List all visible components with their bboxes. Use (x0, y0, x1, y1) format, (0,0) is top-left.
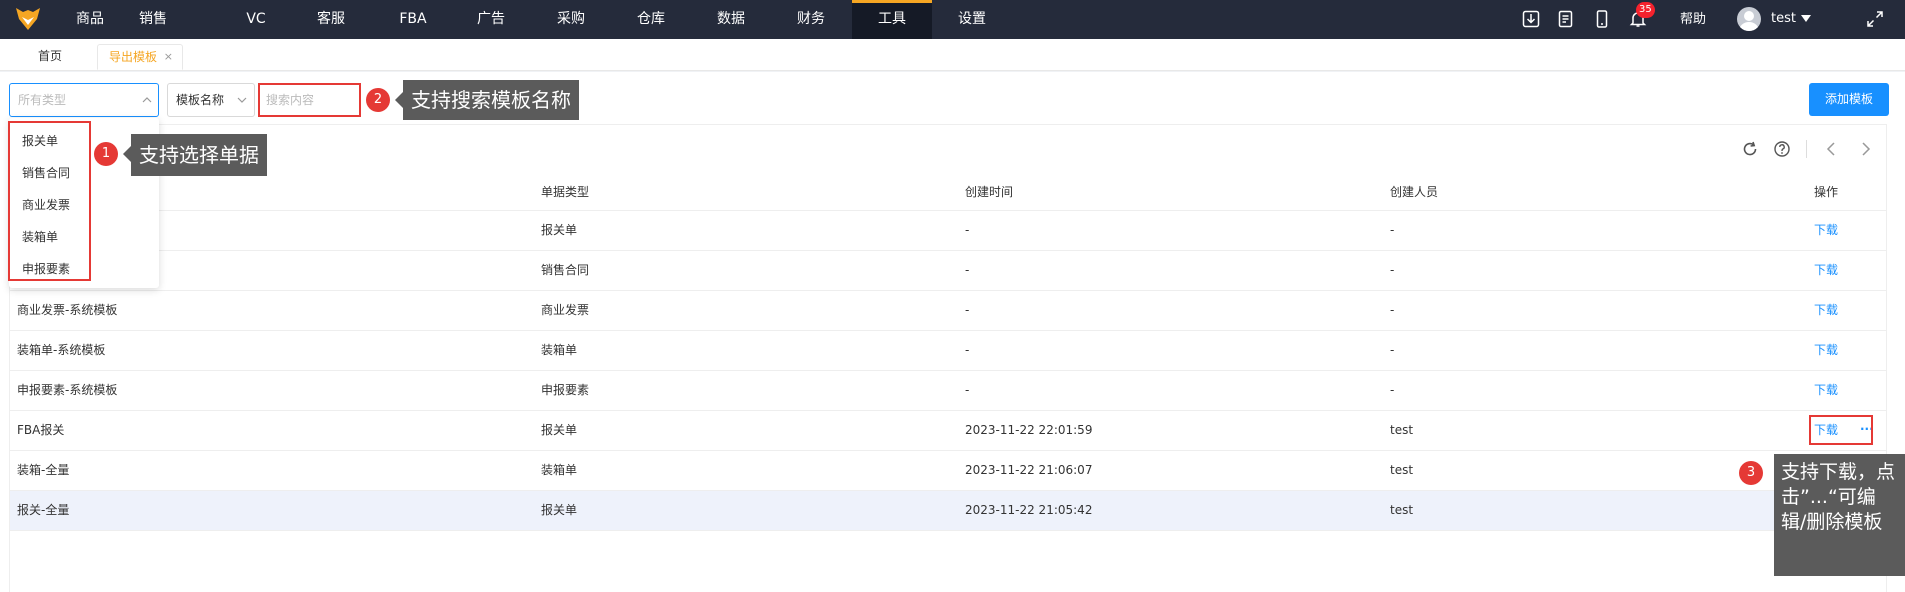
table-row: 装箱-全量 装箱单 2023-11-22 21:06:07 test (10, 451, 1886, 491)
download-icon[interactable] (1522, 10, 1540, 28)
created-time: - (965, 303, 970, 317)
creator: - (1390, 263, 1395, 277)
table-header: 单据类型 创建时间 创建人员 操作 (10, 173, 1886, 211)
created-time: 2023-11-22 21:05:42 (965, 503, 1093, 517)
type-select[interactable]: 所有类型 (9, 83, 159, 117)
doc-type: 报关单 (541, 503, 578, 517)
nav-item-vc[interactable]: VC (241, 0, 271, 39)
doc-type: 销售合同 (541, 263, 590, 277)
template-name: 装箱-全量 (17, 463, 70, 477)
username[interactable]: test (1771, 0, 1796, 38)
nav-item-data[interactable]: 数据 (711, 0, 751, 39)
help-circle-icon[interactable] (1773, 140, 1791, 158)
annotation-tooltip: 支持下载，点击”...“可编辑/删除模板 (1774, 454, 1905, 576)
nav-item-ads[interactable]: 广告 (471, 0, 511, 39)
document-list-icon[interactable] (1557, 10, 1575, 28)
annotation-tooltip: 支持搜索模板名称 (395, 80, 579, 120)
download-link[interactable]: 下载 (1814, 331, 1838, 370)
created-time: 2023-11-22 22:01:59 (965, 423, 1093, 437)
search-input[interactable]: 搜索内容 (258, 83, 361, 117)
creator: test (1390, 463, 1414, 477)
doc-type: 商业发票 (541, 303, 590, 317)
table-row: 销售合同 - - 下载 (10, 251, 1886, 291)
search-input-placeholder: 搜索内容 (266, 93, 315, 107)
creator: - (1390, 303, 1395, 317)
table-row: 报关单 - - 下载 (10, 211, 1886, 251)
nav-item-tools[interactable]: 工具 (852, 0, 932, 39)
table-row: 商业发票-系统模板 商业发票 - - 下载 (10, 291, 1886, 331)
creator: - (1390, 383, 1395, 397)
creator: - (1390, 343, 1395, 357)
refresh-icon[interactable] (1741, 140, 1759, 158)
doc-type: 申报要素 (541, 383, 590, 397)
table-row: 装箱单-系统模板 装箱单 - - 下载 (10, 331, 1886, 371)
toolbar-divider (1806, 140, 1807, 158)
nav-item-purchase[interactable]: 采购 (551, 0, 591, 39)
template-name: FBA报关 (17, 423, 65, 437)
chevron-up-icon (142, 97, 152, 103)
template-name: 商业发票-系统模板 (17, 303, 118, 317)
app-logo-icon[interactable] (14, 5, 42, 33)
page-tabs-bar: 首页 导出模板 × (0, 39, 1905, 71)
doc-type: 装箱单 (541, 463, 578, 477)
notification-badge: 35 (1636, 2, 1655, 18)
help-link[interactable]: 帮助 (1680, 0, 1706, 39)
fullscreen-icon[interactable] (1866, 10, 1884, 28)
nav-item-warehouse[interactable]: 仓库 (631, 0, 671, 39)
template-name: 报关-全量 (17, 503, 70, 517)
nav-item-settings[interactable]: 设置 (952, 0, 992, 39)
type-select-placeholder: 所有类型 (18, 93, 67, 107)
download-link[interactable]: 下载 (1814, 291, 1838, 330)
top-nav-bar: 商品 销售 VC 客服 FBA 广告 采购 仓库 数据 财务 工具 设置 35 … (0, 0, 1905, 39)
search-field-select[interactable]: 模板名称 (167, 83, 255, 117)
annotation-highlight-box (8, 121, 91, 281)
user-menu-caret-icon[interactable] (1801, 15, 1811, 23)
tab-export-templates[interactable]: 导出模板 × (97, 44, 183, 70)
mobile-icon[interactable] (1593, 10, 1611, 28)
doc-type: 装箱单 (541, 343, 578, 357)
created-time: - (965, 223, 970, 237)
created-time: - (965, 343, 970, 357)
nav-item-finance[interactable]: 财务 (791, 0, 831, 39)
nav-item-sales[interactable]: 销售 (133, 0, 173, 39)
tab-close-icon[interactable]: × (164, 45, 173, 69)
creator: test (1390, 423, 1414, 437)
table-row: 报关-全量 报关单 2023-11-22 21:05:42 test (10, 491, 1886, 531)
annotation-tooltip: 支持选择单据 (123, 134, 267, 176)
download-link[interactable]: 下载 (1814, 371, 1838, 410)
nav-item-products[interactable]: 商品 (70, 0, 110, 39)
user-avatar-icon (1739, 11, 1759, 31)
annotation-number-badge: 1 (94, 142, 118, 166)
creator: - (1390, 223, 1395, 237)
next-page-icon[interactable] (1856, 140, 1874, 158)
nav-item-fba[interactable]: FBA (393, 0, 433, 39)
doc-type: 报关单 (541, 423, 578, 437)
tab-label: 导出模板 (109, 50, 158, 64)
column-header-doc-type: 单据类型 (541, 185, 590, 199)
template-name: 申报要素-系统模板 (17, 383, 118, 397)
annotation-number-badge: 2 (366, 88, 390, 112)
table-row: 申报要素-系统模板 申报要素 - - 下载 (10, 371, 1886, 411)
template-name: 装箱单-系统模板 (17, 343, 106, 357)
prev-page-icon[interactable] (1823, 140, 1841, 158)
column-header-creator: 创建人员 (1390, 185, 1439, 199)
created-time: 2023-11-22 21:06:07 (965, 463, 1093, 477)
annotation-highlight-box (1809, 415, 1873, 445)
download-link[interactable]: 下载 (1814, 251, 1838, 290)
created-time: - (965, 383, 970, 397)
creator: test (1390, 503, 1414, 517)
download-link[interactable]: 下载 (1814, 211, 1838, 250)
tab-home[interactable]: 首页 (38, 44, 80, 70)
created-time: - (965, 263, 970, 277)
column-header-actions: 操作 (1814, 185, 1839, 199)
chevron-down-icon (237, 97, 247, 103)
doc-type: 报关单 (541, 223, 578, 237)
search-field-value: 模板名称 (176, 93, 225, 107)
annotation-number-badge: 3 (1739, 461, 1763, 485)
nav-item-customer-service[interactable]: 客服 (311, 0, 351, 39)
add-template-button[interactable]: 添加模板 (1809, 83, 1889, 116)
column-header-created-time: 创建时间 (965, 185, 1014, 199)
table-row: FBA报关 报关单 2023-11-22 22:01:59 test 下载 ··… (10, 411, 1886, 451)
avatar[interactable] (1737, 7, 1761, 31)
